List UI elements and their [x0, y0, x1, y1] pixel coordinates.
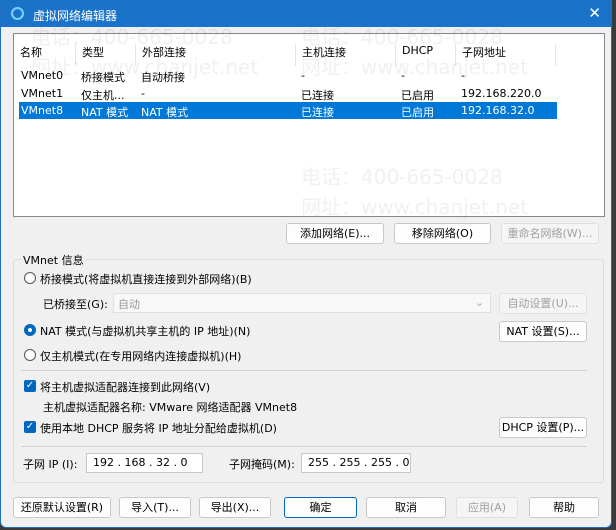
bridged-mode-label[interactable]: 桥接模式(将虚拟机直接连接到外部网络)(B) [40, 271, 252, 287]
vmnet-info-label: VMnet 信息 [21, 252, 86, 268]
column-header-external[interactable]: 外部连接 [136, 44, 296, 66]
divider [21, 370, 587, 371]
rename-network-button[interactable]: 重命名网络(W)... [501, 223, 599, 244]
divider [21, 446, 587, 447]
import-button[interactable]: 导入(T)... [119, 497, 191, 518]
cell-dhcp: 已启用 [401, 88, 434, 102]
cell-name: VMnet1 [21, 86, 64, 100]
cell-host: - [301, 69, 305, 82]
cell-external: NAT 模式 [141, 106, 189, 119]
dhcp-settings-button[interactable]: DHCP 设置(P)... [499, 417, 587, 438]
virtual-network-editor-window: 虚拟网络编辑器 ✕ 名称 类型 外部连接 主机连接 DHCP 子网地址 VMne… [0, 0, 612, 528]
title-bar: 虚拟网络编辑器 ✕ [1, 1, 611, 27]
network-globe-icon [11, 7, 24, 20]
bridged-mode-radio[interactable] [24, 272, 36, 284]
subnet-mask-input[interactable]: 255 . 255 . 255 . 0 [301, 453, 411, 473]
cell-subnet: 192.168.220.0 [461, 86, 542, 100]
nat-mode-radio[interactable] [24, 324, 36, 336]
adapter-name-text: 主机虚拟适配器名称: VMware 网络适配器 VMnet8 [43, 401, 298, 414]
nat-mode-label[interactable]: NAT 模式(与虚拟机共享主机的 IP 地址)(N) [40, 323, 250, 339]
auto-settings-button[interactable]: 自动设置(U)... [499, 293, 587, 314]
apply-button[interactable]: 应用(A) [456, 497, 518, 518]
remove-network-button[interactable]: 移除网络(O) [394, 223, 491, 244]
use-dhcp-label[interactable]: 使用本地 DHCP 服务将 IP 地址分配给虚拟机(D) [40, 420, 277, 436]
network-list[interactable]: 名称 类型 外部连接 主机连接 DHCP 子网地址 VMnet0 桥接模式 自动桥接… [13, 33, 605, 217]
restore-defaults-button[interactable]: 还原默认设置(R) [13, 497, 111, 518]
cell-type: 仅主机... [81, 88, 125, 102]
column-header-type[interactable]: 类型 [76, 44, 136, 66]
connect-adapter-checkbox[interactable]: ✓ [24, 380, 36, 392]
connect-adapter-label[interactable]: 将主机虚拟适配器连接到此网络(V) [40, 379, 210, 395]
close-icon[interactable]: ✕ [588, 4, 601, 22]
table-row[interactable]: VMnet8 NAT 模式 NAT 模式 已连接 已启用 192.168.32.0 [19, 102, 557, 119]
cell-type: 桥接模式 [81, 71, 125, 84]
window-title: 虚拟网络编辑器 [33, 9, 118, 23]
ok-button[interactable]: 确定 [284, 497, 357, 518]
cell-name: VMnet8 [21, 104, 64, 117]
chevron-down-icon: ⌄ [474, 296, 484, 309]
cell-subnet: 192.168.32.0 [461, 104, 535, 117]
export-button[interactable]: 导出(X)... [199, 497, 271, 518]
cell-host: 已连接 [301, 106, 334, 119]
column-header-dhcp[interactable]: DHCP [396, 44, 456, 66]
table-row[interactable]: VMnet0 桥接模式 自动桥接 - - - [19, 67, 557, 84]
cell-external: - [141, 86, 145, 100]
cell-type: NAT 模式 [81, 106, 129, 119]
subnet-mask-label: 子网掩码(M): [229, 458, 295, 471]
cell-external: 自动桥接 [141, 71, 185, 84]
cell-dhcp: 已启用 [401, 106, 434, 119]
cancel-button[interactable]: 取消 [366, 497, 446, 518]
column-header-subnet[interactable]: 子网地址 [456, 44, 556, 66]
bridged-to-select[interactable]: 自动 ⌄ [113, 293, 491, 313]
bridged-to-value: 自动 [118, 298, 140, 311]
help-button[interactable]: 帮助 [529, 497, 599, 518]
cell-host: 已连接 [301, 88, 334, 102]
table-row[interactable]: VMnet1 仅主机... - 已连接 已启用 192.168.220.0 [19, 85, 557, 102]
cell-subnet: - [461, 69, 465, 82]
cell-name: VMnet0 [21, 69, 64, 82]
host-only-mode-label[interactable]: 仅主机模式(在专用网络内连接虚拟机)(H) [40, 348, 241, 364]
column-header-host[interactable]: 主机连接 [296, 44, 396, 66]
bridged-to-label: 已桥接至(G): [43, 298, 108, 311]
cell-dhcp: - [401, 69, 405, 82]
use-dhcp-checkbox[interactable]: ✓ [24, 421, 36, 433]
host-only-mode-radio[interactable] [24, 349, 36, 361]
column-header-name[interactable]: 名称 [14, 44, 76, 66]
add-network-button[interactable]: 添加网络(E)... [286, 223, 384, 244]
subnet-ip-label: 子网 IP (I): [23, 458, 78, 471]
subnet-ip-input[interactable]: 192 . 168 . 32 . 0 [86, 453, 203, 473]
nat-settings-button[interactable]: NAT 设置(S)... [499, 321, 587, 342]
